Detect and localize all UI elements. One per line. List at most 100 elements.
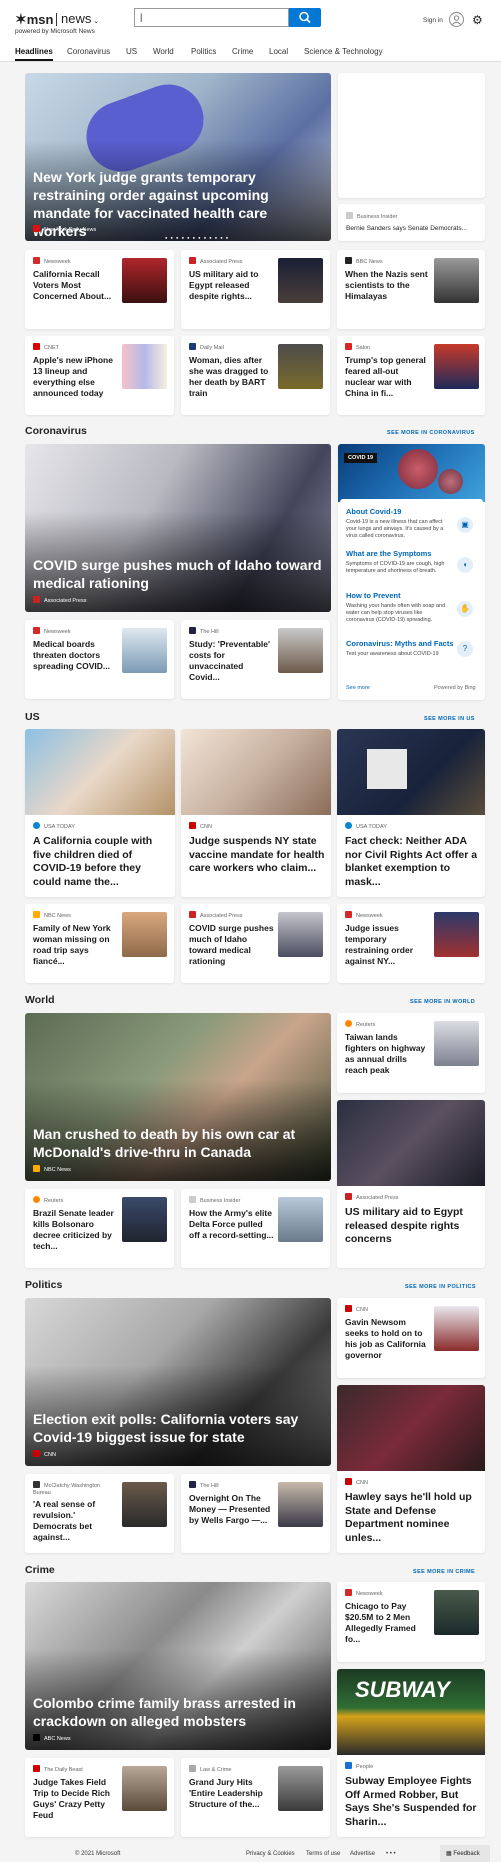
tab-politics[interactable]: Politics	[191, 47, 216, 56]
world-hero[interactable]: Man crushed to death by his own car at M…	[25, 1013, 331, 1181]
section-title-coronavirus[interactable]: Coronavirus	[25, 425, 87, 437]
tab-coronavirus[interactable]: Coronavirus	[67, 47, 110, 56]
news-card[interactable]: Newsweek Chicago to Pay $20.5M to 2 Men …	[337, 1582, 485, 1662]
headline-hero[interactable]: New York judge grants temporary restrain…	[25, 73, 331, 241]
carousel-dots[interactable]: ● ● ● ● ● ● ● ● ● ● ● ●	[165, 235, 229, 240]
card-title[interactable]: COVID surge pushes much of Idaho toward …	[189, 923, 274, 967]
news-card[interactable]: BBC News When the Nazis sent scientists …	[337, 250, 485, 329]
news-tile[interactable]: SUBWAY People Subway Employee Fights Off…	[337, 1669, 485, 1837]
hero-title[interactable]: Colombo crime family brass arrested in c…	[33, 1694, 323, 1730]
tile-title[interactable]: Subway Employee Fights Off Armed Robber,…	[345, 1775, 479, 1829]
news-card[interactable]: The Hill Study: 'Preventable' costs for …	[181, 620, 330, 699]
card-title[interactable]: Judge Takes Field Trip to Decide Rich Gu…	[33, 1777, 118, 1821]
crime-hero[interactable]: Colombo crime family brass arrested in c…	[25, 1582, 331, 1750]
us-tile[interactable]: USA TODAY A California couple with five …	[25, 729, 175, 897]
covid-item-head[interactable]: How to Prevent	[346, 591, 401, 600]
news-card[interactable]: Salon Trump's top general feared all-out…	[337, 336, 485, 415]
us-tile[interactable]: USA TODAY Fact check: Neither ADA nor Ci…	[337, 729, 485, 897]
privacy-link[interactable]: Privacy & Cookies	[246, 1851, 295, 1857]
card-title[interactable]: Family of New York woman missing on road…	[33, 923, 118, 967]
tile-title[interactable]: A California couple with five children d…	[33, 835, 169, 889]
section-title-us[interactable]: US	[25, 711, 40, 723]
see-more-us[interactable]: SEE MORE IN US	[424, 716, 475, 722]
search-button[interactable]	[289, 8, 321, 27]
news-card[interactable]: Associated Press US military aid to Egyp…	[181, 250, 330, 329]
tab-headlines[interactable]: Headlines	[15, 47, 53, 61]
news-card[interactable]: Newsweek Judge issues temporary restrain…	[337, 904, 485, 983]
section-title-politics[interactable]: Politics	[25, 1279, 62, 1291]
covid-item-head[interactable]: About Covid-19	[346, 507, 401, 516]
card-title[interactable]: When the Nazis sent scientists to the Hi…	[345, 269, 430, 302]
tile-title[interactable]: Hawley says he'll hold up State and Defe…	[345, 1491, 479, 1545]
news-card[interactable]: Business Insider How the Army's elite De…	[181, 1189, 330, 1268]
hero-title[interactable]: Election exit polls: California voters s…	[33, 1410, 323, 1446]
hero-title[interactable]: Man crushed to death by his own car at M…	[33, 1125, 323, 1161]
card-title[interactable]: Bernie Sanders says Senate Democrats...	[346, 225, 467, 232]
tab-crime[interactable]: Crime	[232, 47, 253, 56]
covid-item-head[interactable]: What are the Symptoms	[346, 549, 431, 558]
card-thumbnail	[278, 1766, 323, 1811]
news-tile[interactable]: CNN Hawley says he'll hold up State and …	[337, 1385, 485, 1553]
side-card[interactable]: Business Insider Bernie Sanders says Sen…	[338, 204, 485, 241]
news-card[interactable]: Reuters Taiwan lands fighters on highway…	[337, 1013, 485, 1093]
covid-item-head[interactable]: Coronavirus: Myths and Facts	[346, 639, 454, 648]
news-card[interactable]: CNN Gavin Newsom seeks to hold on to his…	[337, 1298, 485, 1378]
tile-title[interactable]: Fact check: Neither ADA nor Civil Rights…	[345, 835, 479, 889]
us-tile[interactable]: CNN Judge suspends NY state vaccine mand…	[181, 729, 331, 897]
card-title[interactable]: Brazil Senate leader kills Bolsonaro dec…	[33, 1208, 118, 1252]
news-card[interactable]: Newsweek California Recall Voters Most C…	[25, 250, 174, 329]
section-title-world[interactable]: World	[25, 994, 55, 1006]
news-card[interactable]: Reuters Brazil Senate leader kills Bolso…	[25, 1189, 174, 1268]
gear-icon[interactable]: ⚙	[472, 13, 483, 27]
news-card[interactable]: CNET Apple's new iPhone 13 lineup and ev…	[25, 336, 174, 415]
see-more-crime[interactable]: SEE MORE IN CRIME	[413, 1569, 475, 1575]
tab-world[interactable]: World	[153, 47, 174, 56]
product-name[interactable]: news ⌄	[61, 11, 99, 26]
card-title[interactable]: Study: 'Preventable' costs for unvaccina…	[189, 639, 274, 683]
news-card[interactable]: Associated Press COVID surge pushes much…	[181, 904, 330, 983]
msn-logo[interactable]: ✶msn	[15, 11, 53, 28]
card-title[interactable]: 'A real sense of revulsion.' Democrats b…	[33, 1499, 118, 1543]
news-tile[interactable]: Associated Press US military aid to Egyp…	[337, 1100, 485, 1268]
news-card[interactable]: The Hill Overnight On The Money — Presen…	[181, 1474, 330, 1553]
signin-link[interactable]: Sign in	[423, 17, 443, 24]
card-title[interactable]: Chicago to Pay $20.5M to 2 Men Allegedly…	[345, 1601, 430, 1645]
tab-science-technology[interactable]: Science & Technology	[304, 47, 383, 56]
card-title[interactable]: California Recall Voters Most Concerned …	[33, 269, 118, 302]
more-options[interactable]: • • •	[386, 1851, 396, 1857]
news-card[interactable]: NBC News Family of New York woman missin…	[25, 904, 174, 983]
card-title[interactable]: Trump's top general feared all-out nucle…	[345, 355, 430, 399]
news-card[interactable]: Daily Mail Woman, dies after she was dra…	[181, 336, 330, 415]
news-card[interactable]: McClatchy Washington Bureau 'A real sens…	[25, 1474, 174, 1553]
terms-link[interactable]: Terms of use	[306, 1851, 340, 1857]
see-more-world[interactable]: SEE MORE IN WORLD	[410, 999, 475, 1005]
coronavirus-hero[interactable]: COVID surge pushes much of Idaho toward …	[25, 444, 331, 612]
see-more-coronavirus[interactable]: SEE MORE IN CORONAVIRUS	[387, 430, 475, 436]
advertise-link[interactable]: Advertise	[350, 1851, 375, 1857]
section-title-crime[interactable]: Crime	[25, 1564, 55, 1576]
avatar-icon[interactable]	[449, 12, 464, 27]
hero-title[interactable]: COVID surge pushes much of Idaho toward …	[33, 556, 323, 592]
tab-us[interactable]: US	[126, 47, 137, 56]
card-title[interactable]: Woman, dies after she was dragged to her…	[189, 355, 274, 399]
card-title[interactable]: US military aid to Egypt released despit…	[189, 269, 274, 302]
politics-hero[interactable]: Election exit polls: California voters s…	[25, 1298, 331, 1466]
card-title[interactable]: How the Army's elite Delta Force pulled …	[189, 1208, 274, 1241]
tile-title[interactable]: Judge suspends NY state vaccine mandate …	[189, 835, 325, 876]
card-title[interactable]: Grand Jury Hits 'Entire Leadership Struc…	[189, 1777, 274, 1810]
card-title[interactable]: Judge issues temporary restraining order…	[345, 923, 430, 967]
card-title[interactable]: Overnight On The Money — Presented by We…	[189, 1493, 274, 1526]
card-title[interactable]: Apple's new iPhone 13 lineup and everyth…	[33, 355, 118, 399]
news-card[interactable]: Newsweek Medical boards threaten doctors…	[25, 620, 174, 699]
search-input[interactable]: |	[134, 8, 289, 27]
tile-title[interactable]: US military aid to Egypt released despit…	[345, 1206, 479, 1247]
news-card[interactable]: The Daily Beast Judge Takes Field Trip t…	[25, 1758, 174, 1837]
tab-local[interactable]: Local	[269, 47, 288, 56]
card-title[interactable]: Gavin Newsom seeks to hold on to his job…	[345, 1317, 430, 1361]
card-title[interactable]: Medical boards threaten doctors spreadin…	[33, 639, 118, 672]
feedback-button[interactable]: ▦ Feedback	[440, 1845, 490, 1862]
card-title[interactable]: Taiwan lands fighters on highway as annu…	[345, 1032, 430, 1076]
covid-see-more[interactable]: See more	[346, 685, 370, 691]
news-card[interactable]: Law & Crime Grand Jury Hits 'Entire Lead…	[181, 1758, 330, 1837]
see-more-politics[interactable]: SEE MORE IN POLITICS	[405, 1284, 476, 1290]
